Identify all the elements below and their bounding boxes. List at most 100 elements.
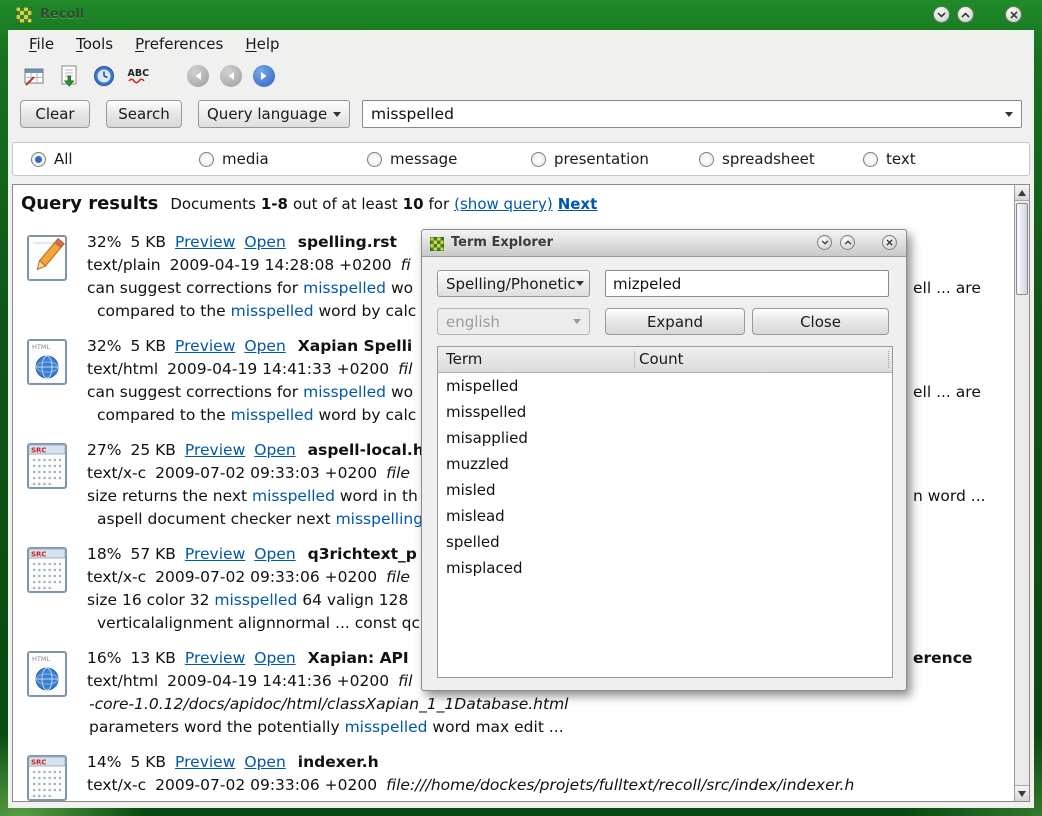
radio-icon (367, 152, 382, 167)
dialog-close-button[interactable] (882, 235, 897, 250)
page-next-icon[interactable] (253, 65, 275, 87)
highlighted-term: misspelled (303, 279, 386, 297)
relevance-percent: 18% (87, 545, 121, 563)
open-link[interactable]: Open (254, 441, 295, 459)
close-dialog-button[interactable]: Close (752, 308, 889, 335)
abstract-text: size 16 color 32 (87, 591, 214, 609)
menu-tools[interactable]: Tools (65, 32, 124, 56)
titlebar[interactable]: Recoll (8, 3, 1034, 29)
abstract-text: word max edit ... (428, 718, 564, 736)
search-button[interactable]: Search (106, 100, 182, 128)
query-mode-select[interactable]: Query language (198, 100, 350, 128)
next-page-link[interactable]: Next (558, 195, 598, 213)
result-row: SRC 14%5 KBPreviewOpenindexer.h text/x-c… (13, 751, 1013, 802)
chevron-down-icon[interactable] (1005, 112, 1013, 117)
svg-text:HTML: HTML (32, 655, 50, 663)
preview-link[interactable]: Preview (185, 545, 245, 563)
results-header: Query results Documents1-8out of at leas… (21, 193, 602, 214)
highlighted-term: misspelled (303, 383, 386, 401)
history-icon[interactable] (92, 64, 116, 88)
filter-radio-text[interactable]: text (863, 150, 916, 168)
page-prev-icon[interactable] (220, 65, 242, 87)
query-combobox[interactable] (362, 100, 1022, 128)
filter-radio-message[interactable]: message (367, 150, 457, 168)
scroll-down-button[interactable] (1015, 785, 1029, 801)
preview-link[interactable]: Preview (175, 233, 235, 251)
open-link[interactable]: Open (244, 753, 285, 771)
file-size: 5 KB (130, 337, 166, 355)
file-size: 57 KB (130, 545, 175, 563)
close-button[interactable] (1005, 6, 1022, 23)
open-link[interactable]: Open (254, 545, 295, 563)
dialog-shade-button[interactable] (817, 235, 832, 250)
mime-type: text/x-c (87, 776, 146, 794)
dialog-rollup-button[interactable] (840, 235, 855, 250)
preview-link[interactable]: Preview (175, 337, 235, 355)
window-title: Recoll (40, 7, 84, 22)
expand-button[interactable]: Expand (605, 308, 745, 335)
scrollbar-thumb[interactable] (1016, 203, 1028, 295)
highlighted-term: misspelled (345, 718, 428, 736)
query-input[interactable] (371, 105, 1005, 123)
result-info-line: 14% 5 KB Preview Open indexer.h (87, 751, 1013, 774)
page-first-icon[interactable] (187, 65, 209, 87)
open-link[interactable]: Open (254, 649, 295, 667)
filter-radio-all[interactable]: All (31, 150, 73, 168)
html-doc-icon: HTML (25, 338, 69, 386)
term-input[interactable] (613, 275, 881, 293)
filter-radio-media[interactable]: media (199, 150, 269, 168)
save-search-icon[interactable] (57, 64, 81, 88)
term-row[interactable]: misapplied (438, 425, 892, 451)
term-row[interactable]: mispelled (438, 373, 892, 399)
filter-radio-presentation[interactable]: presentation (531, 150, 649, 168)
toolbar: ABC (8, 58, 1034, 94)
preview-link[interactable]: Preview (185, 441, 245, 459)
relevance-percent: 14% (87, 753, 121, 771)
filter-radio-spreadsheet[interactable]: spreadsheet (699, 150, 815, 168)
term-row[interactable]: muzzled (438, 451, 892, 477)
term-row[interactable]: spelled (438, 529, 892, 555)
scroll-up-button[interactable] (1015, 185, 1029, 201)
term-row[interactable]: mislead (438, 503, 892, 529)
open-link[interactable]: Open (244, 337, 285, 355)
mime-type: text/x-c (87, 568, 146, 586)
dialog-titlebar[interactable]: Term Explorer (422, 230, 906, 257)
column-header-term[interactable]: Term (446, 350, 482, 368)
doc-url: file:///home/dockes/projets/fulltext/rec… (386, 776, 854, 794)
doc-total: 10 (403, 195, 424, 213)
results-scrollbar[interactable] (1014, 185, 1029, 801)
term-row[interactable]: misplaced (438, 555, 892, 581)
arrow-up-icon (1018, 190, 1026, 196)
file-size: 5 KB (130, 753, 166, 771)
term-row[interactable]: misspelled (438, 399, 892, 425)
expansion-mode-select[interactable]: Spelling/Phonetic (437, 270, 590, 297)
file-size: 25 KB (130, 441, 175, 459)
shade-button[interactable] (933, 6, 950, 23)
source-code-doc-icon: SRC (25, 546, 69, 594)
svg-text:SRC: SRC (31, 551, 47, 559)
preview-link[interactable]: Preview (175, 753, 235, 771)
svg-text:SRC: SRC (31, 447, 47, 455)
term-table-header[interactable]: Term Count (438, 347, 892, 373)
menu-preferences[interactable]: Preferences (124, 32, 234, 56)
clear-button[interactable]: Clear (20, 100, 90, 128)
radio-icon (199, 152, 214, 167)
result-title: indexer.h (298, 753, 379, 771)
term-input-box[interactable] (605, 270, 889, 297)
menu-help[interactable]: Help (234, 32, 290, 56)
term-row[interactable]: misled (438, 477, 892, 503)
highlighted-term: misspelled (214, 591, 297, 609)
show-query-link[interactable]: (show query) (454, 195, 553, 213)
doc-url: fi (401, 256, 411, 274)
clear-search-icon[interactable] (22, 64, 46, 88)
relevance-percent: 32% (87, 337, 121, 355)
menu-file[interactable]: File (18, 32, 65, 56)
chevron-down-icon (576, 281, 584, 286)
rollup-button[interactable] (957, 6, 974, 23)
preview-link[interactable]: Preview (185, 649, 245, 667)
abstract-text: word in th (335, 487, 418, 505)
open-link[interactable]: Open (244, 233, 285, 251)
abstract-text: compared to the (97, 302, 231, 320)
spellcheck-icon[interactable]: ABC (127, 64, 151, 88)
column-header-count[interactable]: Count (639, 350, 684, 368)
